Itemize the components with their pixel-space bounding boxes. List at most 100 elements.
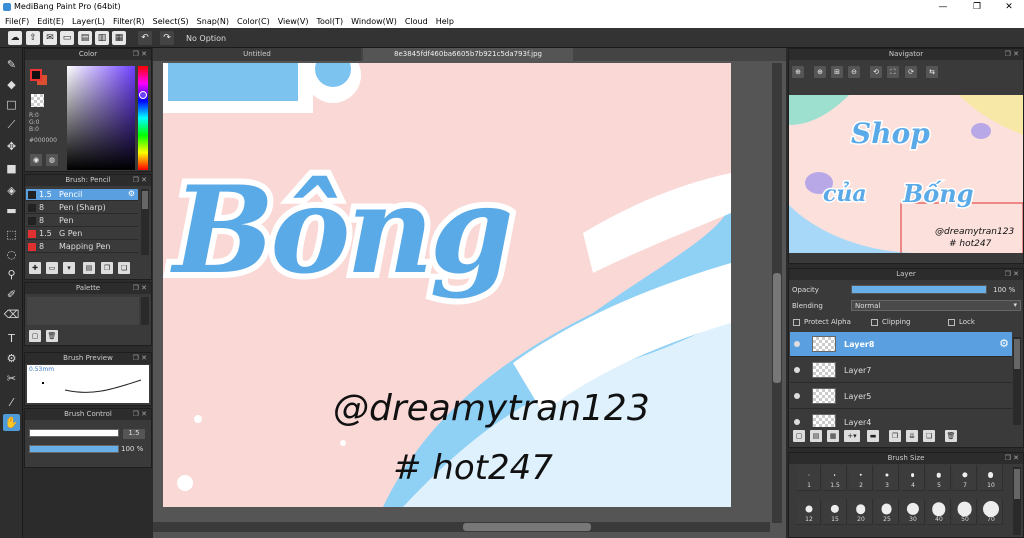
rect-tool-icon[interactable]: □ xyxy=(3,96,20,113)
panel-options-icon[interactable]: ❐ ✕ xyxy=(133,353,147,364)
gear-icon[interactable]: ⚙ xyxy=(128,189,135,198)
document-icon[interactable]: ▤ xyxy=(78,31,92,45)
brush-folder-icon[interactable]: ▭ xyxy=(46,262,58,274)
hand-tool-icon[interactable]: ✋ xyxy=(3,414,20,431)
brush-size-scrollbar[interactable] xyxy=(1013,467,1021,535)
menu-tool[interactable]: Tool(T) xyxy=(316,17,343,26)
maximize-button[interactable]: ❐ xyxy=(962,0,992,14)
brush-size-option[interactable]: 1.5 xyxy=(823,465,847,491)
magic-wand-icon[interactable]: ⚲ xyxy=(3,266,20,283)
brush-size-option[interactable]: 30 xyxy=(901,499,925,525)
panel-options-icon[interactable]: ❐ ✕ xyxy=(133,175,147,186)
divide-tool-icon[interactable]: ✂ xyxy=(3,370,20,387)
minimize-button[interactable]: — xyxy=(928,0,958,14)
add-brush-icon[interactable]: ✚ xyxy=(29,262,41,274)
brush-item[interactable]: 1.5 G Pen xyxy=(26,228,138,240)
menu-snap[interactable]: Snap(N) xyxy=(197,17,229,26)
panel-options-icon[interactable]: ❐ ✕ xyxy=(133,409,147,420)
brush-size-option[interactable]: 25 xyxy=(875,499,899,525)
menu-window[interactable]: Window(W) xyxy=(351,17,397,26)
gear-icon[interactable]: ⚙ xyxy=(999,337,1009,350)
hue-slider-handle[interactable] xyxy=(139,91,147,99)
panel-options-icon[interactable]: ❐ ✕ xyxy=(1005,453,1019,464)
hue-slider[interactable] xyxy=(138,66,148,170)
clipping-checkbox[interactable] xyxy=(871,319,878,326)
brush-size-option[interactable]: 40 xyxy=(927,499,951,525)
brush-item[interactable]: 1.5 Pencil ⚙ xyxy=(26,189,138,201)
brush-item[interactable]: 8 Pen xyxy=(26,215,138,227)
grid-icon[interactable]: ▦ xyxy=(112,31,126,45)
brush-copy-icon[interactable]: ❐ xyxy=(101,262,113,274)
tab-untitled[interactable]: Untitled xyxy=(153,48,361,61)
comment-icon[interactable]: ✉ xyxy=(43,31,57,45)
menu-edit[interactable]: Edit(E) xyxy=(37,17,64,26)
panel-options-icon[interactable]: ❐ ✕ xyxy=(133,283,147,294)
lasso-tool-icon[interactable]: ◌ xyxy=(3,246,20,263)
blending-select[interactable]: Normal ▾ xyxy=(851,300,1021,311)
fit-screen-icon[interactable]: ⛶ xyxy=(887,66,899,78)
cloud-icon[interactable]: ☁ xyxy=(8,31,22,45)
menu-help[interactable]: Help xyxy=(436,17,454,26)
brush-item[interactable]: 8 Pen (Sharp) xyxy=(26,202,138,214)
color-wheel-icon[interactable]: ◉ xyxy=(30,154,42,166)
menu-file[interactable]: File(F) xyxy=(5,17,29,26)
menu-color[interactable]: Color(C) xyxy=(237,17,270,26)
layer-row[interactable]: Layer7 xyxy=(790,358,1012,383)
color-picker-icon[interactable]: ◍ xyxy=(46,154,58,166)
new-layer-icon[interactable]: ▢ xyxy=(793,430,805,442)
duplicate-layer-icon[interactable]: ❐ xyxy=(889,430,901,442)
brush-size-option[interactable]: 3 xyxy=(875,465,899,491)
layer-row[interactable]: Layer4 xyxy=(790,410,1012,427)
fill-rect-icon[interactable]: ■ xyxy=(3,160,20,177)
eraser-tool-icon[interactable]: ◆ xyxy=(3,76,20,93)
brush-size-option[interactable]: 2 xyxy=(849,465,873,491)
layer-list-scrollbar[interactable] xyxy=(1013,337,1021,425)
new-color-layer-icon[interactable]: ▤ xyxy=(810,430,822,442)
artwork-canvas[interactable]: Bông @dreamytran123 # hot247 xyxy=(163,63,731,507)
page-icon[interactable]: ▥ xyxy=(95,31,109,45)
zoom-actual-icon[interactable]: ⊞ xyxy=(831,66,843,78)
eye-icon[interactable] xyxy=(794,341,800,347)
menu-cloud[interactable]: Cloud xyxy=(405,17,428,26)
navigator-preview[interactable]: Shop của Bống @dreamytran123 # hot247 xyxy=(789,95,1023,253)
zoom-out-icon[interactable]: ⊖ xyxy=(848,66,860,78)
brush-settings-icon[interactable]: ▤ xyxy=(83,262,95,274)
flip-icon[interactable]: ⇆ xyxy=(926,66,938,78)
brush-opacity-slider[interactable] xyxy=(29,445,119,453)
panel-options-icon[interactable]: ❐ ✕ xyxy=(1005,269,1019,280)
brush-list-scrollbar[interactable] xyxy=(141,189,149,255)
delete-layer-icon[interactable]: 🗑 xyxy=(945,430,957,442)
delete-palette-icon[interactable]: 🗑 xyxy=(46,330,58,342)
transparent-color-swatch[interactable] xyxy=(31,94,44,107)
menu-layer[interactable]: Layer(L) xyxy=(72,17,105,26)
palette-area[interactable] xyxy=(27,297,139,325)
foreground-color-swatch[interactable] xyxy=(30,69,42,81)
menu-select[interactable]: Select(S) xyxy=(153,17,189,26)
brush-size-option[interactable]: 20 xyxy=(849,499,873,525)
brush-menu-icon[interactable]: ▾ xyxy=(63,262,75,274)
operation-tool-icon[interactable]: ⚙ xyxy=(3,350,20,367)
brush-size-option[interactable]: 70 xyxy=(979,499,1003,525)
zoom-in-icon[interactable]: ⊕ xyxy=(792,66,804,78)
panel-options-icon[interactable]: ❐ ✕ xyxy=(1005,49,1019,60)
eye-icon[interactable] xyxy=(794,367,800,373)
brush-duplicate-icon[interactable]: ❏ xyxy=(118,262,130,274)
brush-size-slider[interactable] xyxy=(29,429,119,437)
select-tool-icon[interactable]: ⬚ xyxy=(3,226,20,243)
lock-checkbox[interactable] xyxy=(948,319,955,326)
add-layer-menu-icon[interactable]: +▾ xyxy=(844,430,860,442)
brush-item[interactable]: 8 Mapping Pen xyxy=(26,241,138,253)
brush-size-option[interactable]: 7 xyxy=(953,465,977,491)
select-eraser-icon[interactable]: ⌫ xyxy=(3,306,20,323)
brush-tool-icon[interactable]: ✎ xyxy=(3,56,20,73)
select-pen-icon[interactable]: ✐ xyxy=(3,286,20,303)
panel-options-icon[interactable]: ❐ ✕ xyxy=(133,49,147,60)
rotate-right-icon[interactable]: ⟳ xyxy=(905,66,917,78)
upload-icon[interactable]: ⇧ xyxy=(26,31,40,45)
bucket-tool-icon[interactable]: ◈ xyxy=(3,182,20,199)
eye-icon[interactable] xyxy=(794,419,800,425)
layer-row[interactable]: Layer8 ⚙ xyxy=(790,332,1012,357)
rotate-left-icon[interactable]: ⟲ xyxy=(870,66,882,78)
layer-row[interactable]: Layer5 xyxy=(790,384,1012,409)
protect-alpha-checkbox[interactable] xyxy=(793,319,800,326)
